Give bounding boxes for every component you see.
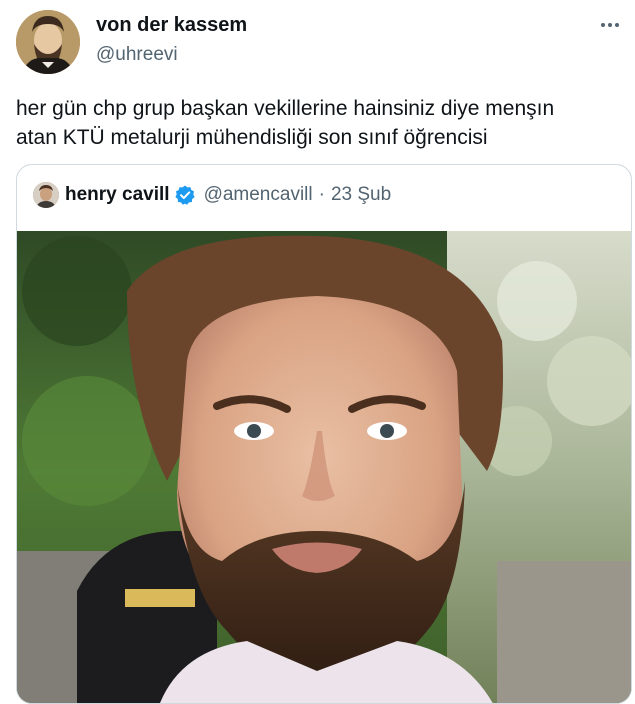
portrait-photo: [17, 231, 631, 703]
quoted-author-handle[interactable]: @amencavill: [204, 184, 313, 206]
quoted-author-avatar[interactable]: [33, 182, 59, 208]
quoted-author-portrait: [33, 182, 59, 208]
more-horizontal-icon: [601, 23, 619, 27]
tweet-card: von der kassem @uhreevi her gün chp grup…: [0, 0, 635, 704]
quoted-tweet-date[interactable]: 23 Şub: [331, 184, 391, 206]
more-options-button[interactable]: [599, 14, 621, 36]
tweet-text: her gün chp grup başkan vekillerine hain…: [16, 94, 616, 152]
separator-dot: ·: [318, 184, 325, 205]
author-display-name[interactable]: von der kassem: [96, 14, 247, 37]
verified-badge-icon: [174, 184, 196, 206]
author-avatar[interactable]: [16, 10, 80, 74]
tweet-text-line: her gün chp grup başkan vekillerine hain…: [16, 97, 555, 120]
quoted-tweet-photo[interactable]: [17, 231, 631, 703]
author-portrait-illustration: [16, 10, 80, 74]
author-handle[interactable]: @uhreevi: [96, 44, 178, 66]
quoted-author-display-name[interactable]: henry cavill: [65, 184, 170, 206]
tweet-text-line: atan KTÜ metalurji mühendisliği son sını…: [16, 126, 488, 149]
quoted-tweet-header: henry cavill @amencavill · 23 Şub: [33, 181, 391, 209]
quoted-tweet[interactable]: henry cavill @amencavill · 23 Şub: [16, 164, 632, 704]
